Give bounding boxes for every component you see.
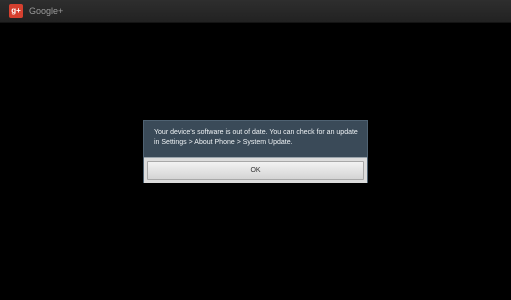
- app-title: Google+: [29, 6, 64, 16]
- google-plus-icon[interactable]: g+: [9, 4, 23, 18]
- ok-button-label: OK: [250, 167, 261, 174]
- alert-dialog: Your device's software is out of date. Y…: [143, 120, 368, 183]
- action-bar: g+ Google+: [0, 0, 511, 23]
- ok-button[interactable]: OK: [147, 161, 364, 180]
- app-screen: g+ Google+ Your device's software is out…: [0, 0, 511, 300]
- app-icon-glyph: g+: [11, 6, 21, 15]
- dialog-message: Your device's software is out of date. Y…: [154, 129, 358, 146]
- dialog-button-bar: OK: [144, 157, 367, 183]
